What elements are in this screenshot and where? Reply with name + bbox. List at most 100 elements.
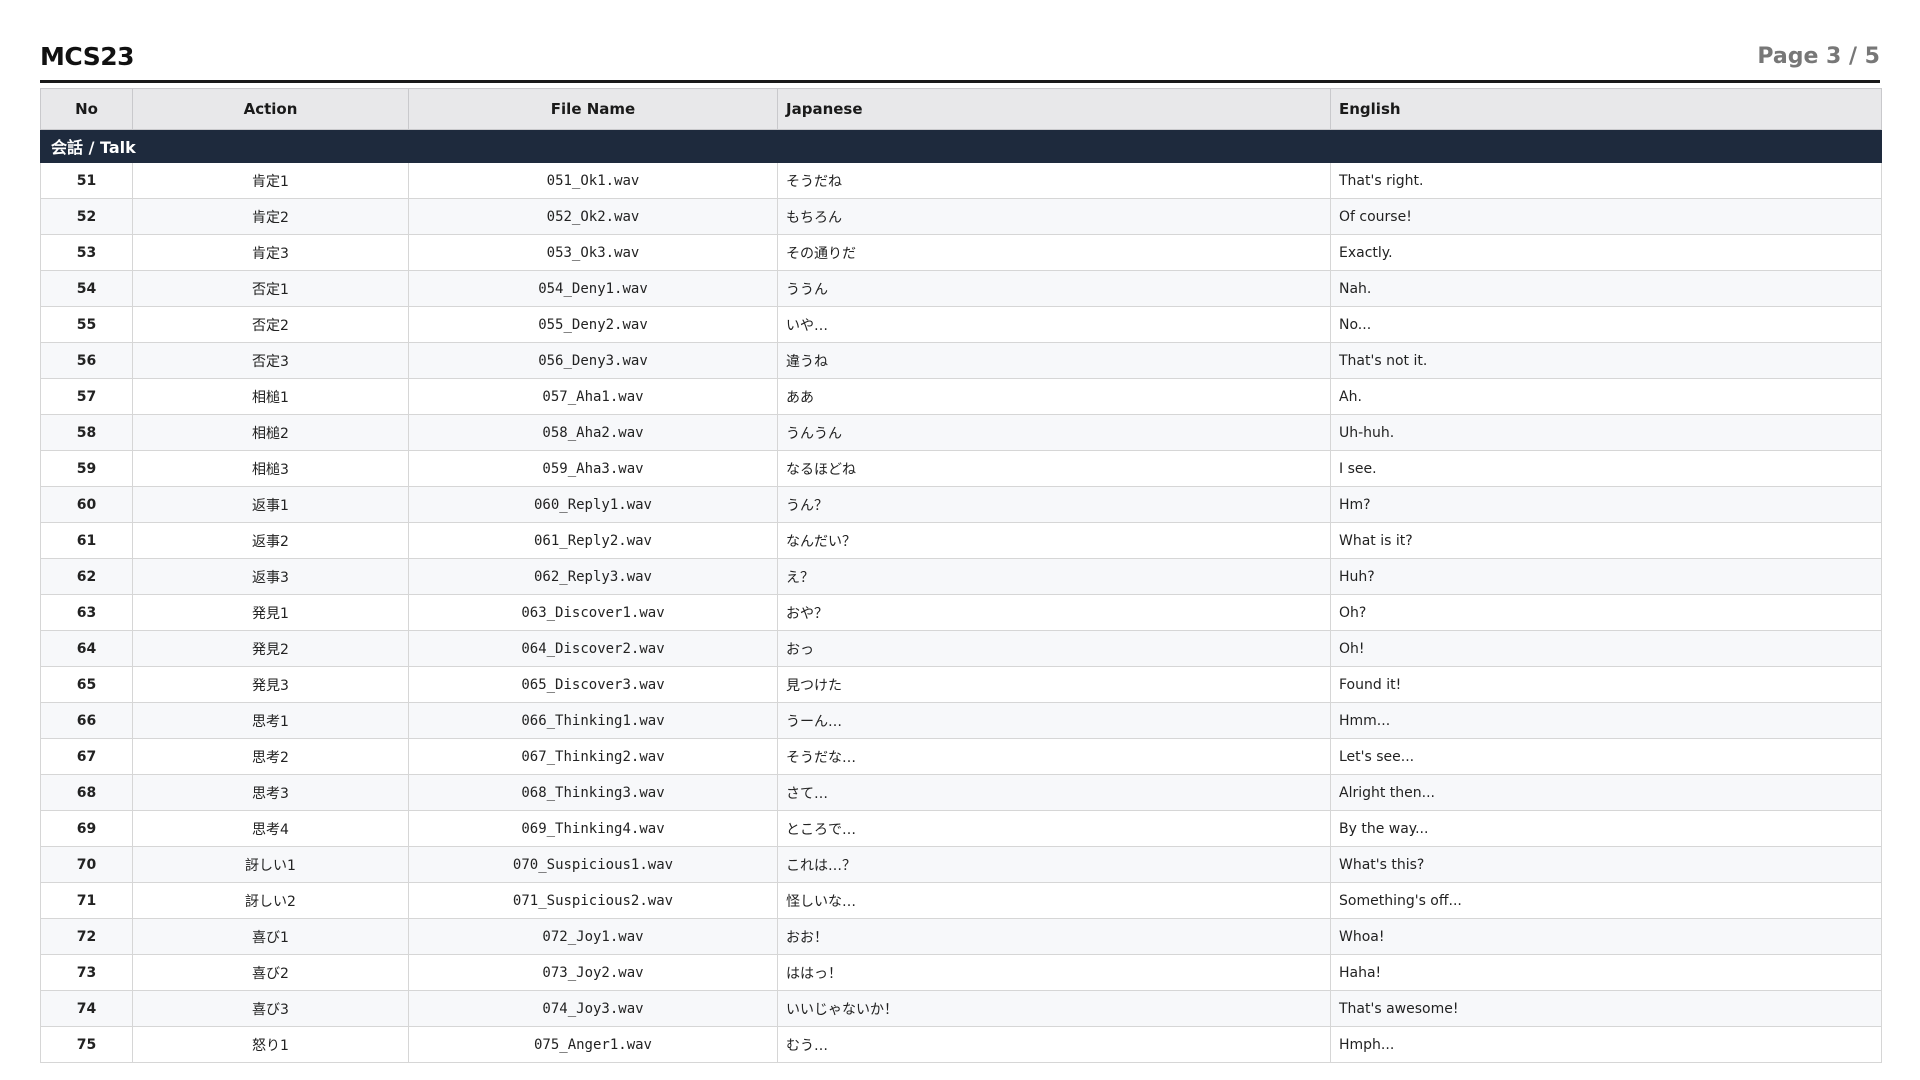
- cell-file-name: 070_Suspicious1.wav: [408, 846, 778, 883]
- cell-japanese: むう…: [777, 1026, 1331, 1063]
- column-header-action: Action: [132, 88, 409, 130]
- cell-japanese: いや…: [777, 306, 1331, 343]
- cell-file-name: 067_Thinking2.wav: [408, 738, 778, 775]
- cell-english: Uh-huh.: [1330, 414, 1882, 451]
- cell-english: Ah.: [1330, 378, 1882, 415]
- cell-japanese: なるほどね: [777, 450, 1331, 487]
- table-row: 62 返事3 062_Reply3.wav え？ Huh?: [40, 558, 1882, 595]
- page-indicator: Page 3 / 5: [1757, 44, 1880, 69]
- cell-action: 返事3: [132, 558, 409, 595]
- cell-file-name: 072_Joy1.wav: [408, 918, 778, 955]
- cell-no: 57: [40, 378, 133, 415]
- cell-file-name: 066_Thinking1.wav: [408, 702, 778, 739]
- table-row: 52 肯定2 052_Ok2.wav もちろん Of course!: [40, 198, 1882, 235]
- cell-action: 否定1: [132, 270, 409, 307]
- page-header: MCS23 Page 3 / 5: [40, 38, 1880, 83]
- cell-file-name: 073_Joy2.wav: [408, 954, 778, 991]
- table-row: 56 否定3 056_Deny3.wav 違うね That's not it.: [40, 342, 1882, 379]
- cell-no: 55: [40, 306, 133, 343]
- cell-action: 訝しい1: [132, 846, 409, 883]
- cell-action: 返事1: [132, 486, 409, 523]
- cell-no: 68: [40, 774, 133, 811]
- table-row: 65 発見3 065_Discover3.wav 見つけた Found it!: [40, 666, 1882, 703]
- cell-english: Of course!: [1330, 198, 1882, 235]
- cell-action: 発見2: [132, 630, 409, 667]
- column-header-no: No: [40, 88, 133, 130]
- cell-file-name: 071_Suspicious2.wav: [408, 882, 778, 919]
- cell-no: 53: [40, 234, 133, 271]
- table-row: 61 返事2 061_Reply2.wav なんだい？ What is it?: [40, 522, 1882, 559]
- cell-english: That's awesome!: [1330, 990, 1882, 1027]
- cell-japanese: もちろん: [777, 198, 1331, 235]
- cell-file-name: 055_Deny2.wav: [408, 306, 778, 343]
- cell-english: Haha!: [1330, 954, 1882, 991]
- cell-action: 思考2: [132, 738, 409, 775]
- cell-english: Huh?: [1330, 558, 1882, 595]
- cell-action: 肯定2: [132, 198, 409, 235]
- cell-action: 思考4: [132, 810, 409, 847]
- cell-english: Hm?: [1330, 486, 1882, 523]
- cell-action: 発見1: [132, 594, 409, 631]
- cell-action: 返事2: [132, 522, 409, 559]
- cell-file-name: 059_Aha3.wav: [408, 450, 778, 487]
- cell-japanese: これは…？: [777, 846, 1331, 883]
- table-row: 55 否定2 055_Deny2.wav いや… No...: [40, 306, 1882, 343]
- cell-english: Found it!: [1330, 666, 1882, 703]
- table-row: 59 相槌3 059_Aha3.wav なるほどね I see.: [40, 450, 1882, 487]
- cell-file-name: 061_Reply2.wav: [408, 522, 778, 559]
- cell-action: 肯定1: [132, 162, 409, 199]
- cell-no: 72: [40, 918, 133, 955]
- cell-file-name: 060_Reply1.wav: [408, 486, 778, 523]
- cell-japanese: おや？: [777, 594, 1331, 631]
- cell-no: 63: [40, 594, 133, 631]
- column-header-file-name: File Name: [408, 88, 778, 130]
- cell-japanese: おっ: [777, 630, 1331, 667]
- cell-file-name: 063_Discover1.wav: [408, 594, 778, 631]
- cell-english: Oh?: [1330, 594, 1882, 631]
- section-label: 会話 / Talk: [40, 129, 1882, 163]
- cell-japanese: うーん…: [777, 702, 1331, 739]
- cell-file-name: 054_Deny1.wav: [408, 270, 778, 307]
- cell-file-name: 068_Thinking3.wav: [408, 774, 778, 811]
- cell-no: 51: [40, 162, 133, 199]
- cell-japanese: そうだね: [777, 162, 1331, 199]
- cell-no: 74: [40, 990, 133, 1027]
- cell-english: Let's see...: [1330, 738, 1882, 775]
- cell-action: 喜び3: [132, 990, 409, 1027]
- cell-english: Hmph...: [1330, 1026, 1882, 1063]
- cell-file-name: 064_Discover2.wav: [408, 630, 778, 667]
- cell-action: 思考1: [132, 702, 409, 739]
- cell-english: Hmm...: [1330, 702, 1882, 739]
- cell-english: That's right.: [1330, 162, 1882, 199]
- cell-english: Alright then...: [1330, 774, 1882, 811]
- table-row: 66 思考1 066_Thinking1.wav うーん… Hmm...: [40, 702, 1882, 739]
- cell-japanese: さて…: [777, 774, 1331, 811]
- table-row: 70 訝しい1 070_Suspicious1.wav これは…？ What's thi…: [40, 846, 1882, 883]
- cell-japanese: 見つけた: [777, 666, 1331, 703]
- cell-file-name: 052_Ok2.wav: [408, 198, 778, 235]
- cell-action: 喜び1: [132, 918, 409, 955]
- cell-english: I see.: [1330, 450, 1882, 487]
- cell-english: No...: [1330, 306, 1882, 343]
- cell-no: 62: [40, 558, 133, 595]
- cell-no: 56: [40, 342, 133, 379]
- cell-japanese: いいじゃないか！: [777, 990, 1331, 1027]
- table-row: 67 思考2 067_Thinking2.wav そうだな… Let's see...: [40, 738, 1882, 775]
- cell-file-name: 074_Joy3.wav: [408, 990, 778, 1027]
- cell-action: 発見3: [132, 666, 409, 703]
- voice-lines-table: No Action File Name Japanese English 会話 …: [40, 88, 1882, 1063]
- cell-japanese: 違うね: [777, 342, 1331, 379]
- cell-file-name: 057_Aha1.wav: [408, 378, 778, 415]
- cell-japanese: ところで…: [777, 810, 1331, 847]
- cell-action: 喜び2: [132, 954, 409, 991]
- document-title: MCS23: [40, 42, 134, 71]
- cell-japanese: おお！: [777, 918, 1331, 955]
- cell-english: By the way...: [1330, 810, 1882, 847]
- table-row: 69 思考4 069_Thinking4.wav ところで… By the way...: [40, 810, 1882, 847]
- cell-japanese: うんうん: [777, 414, 1331, 451]
- cell-no: 71: [40, 882, 133, 919]
- cell-english: What's this?: [1330, 846, 1882, 883]
- cell-action: 思考3: [132, 774, 409, 811]
- table-row: 74 喜び3 074_Joy3.wav いいじゃないか！ That's awesome!: [40, 990, 1882, 1027]
- table-row: 75 怒り1 075_Anger1.wav むう… Hmph...: [40, 1026, 1882, 1063]
